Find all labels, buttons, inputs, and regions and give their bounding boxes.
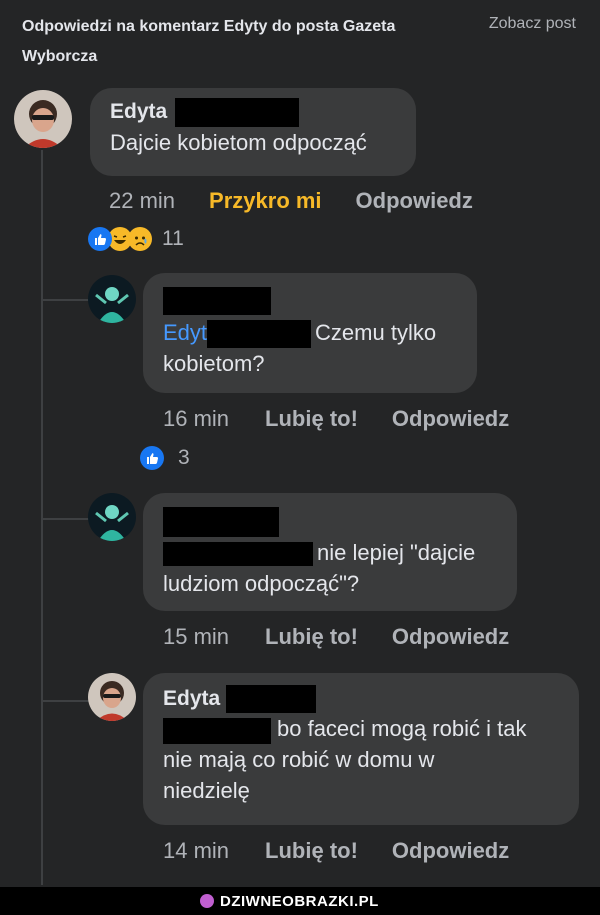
comment-time: 22 min [109,188,176,213]
redacted-name [163,287,271,315]
redacted-name [163,542,313,567]
comment-bubble[interactable]: Edyta bo faceci mogą robić i tak nie maj… [143,673,579,825]
author-name[interactable]: Edyta [110,100,167,123]
comment-time: 15 min [163,624,230,649]
comment-text-line: nie lepiej "dajcie [317,540,476,565]
redacted-name [163,717,271,744]
like-button[interactable]: Lubię to! [265,836,358,866]
comment-author[interactable] [163,287,457,317]
comment-meta: 22 min Przykro mi Odpowiedz [109,186,473,216]
avatar-photo-icon [14,90,72,148]
comment-meta: 15 min Lubię to! Odpowiedz [163,622,509,652]
mention-link[interactable]: Edyt [163,320,207,345]
comment-bubble[interactable]: Edyt Czemu tylko kobietom? [143,273,477,393]
like-button[interactable]: Lubię to! [265,622,358,652]
thread-header: Odpowiedzi na komentarz Edyty do posta G… [0,0,600,80]
comment-author[interactable]: Edyta [110,98,396,127]
avatar[interactable] [14,90,72,148]
watermark-logo-icon [200,894,214,908]
redacted-name [207,320,312,349]
reply-button[interactable]: Odpowiedz [392,836,509,866]
comment-text-line: Czemu tylko [315,320,437,345]
avatar[interactable] [88,275,136,323]
reaction-summary[interactable]: 3 [140,446,190,470]
avatar-photo-icon [88,493,136,541]
like-button[interactable]: Lubię to! [265,404,358,434]
comment-text: nie lepiej "dajcie ludziom odpocząć"? [163,537,497,599]
thread-branch [41,518,91,520]
like-icon [88,227,112,251]
comment-text: bo faceci mogą robić i tak nie mają co r… [163,713,559,806]
watermark: DZIWNEOBRAZKI.PL [200,890,379,912]
thread-branch [41,299,91,301]
page-title: Odpowiedzi na komentarz Edyty do posta G… [22,18,396,65]
comment-meta: 14 min Lubię to! Odpowiedz [163,836,509,866]
comment-text-line: bo faceci mogą robić i tak [277,716,527,742]
reaction-button[interactable]: Przykro mi [209,186,322,216]
comment-time: 16 min [163,406,230,431]
reaction-count: 11 [162,227,184,250]
comment-author[interactable] [163,507,497,537]
reply-button[interactable]: Odpowiedz [392,622,509,652]
avatar[interactable] [88,673,136,721]
reaction-summary[interactable]: 11 [88,227,184,251]
redacted-name [163,507,279,537]
comment-text: Edyt Czemu tylko kobietom? [163,317,457,379]
redacted-name [226,685,317,714]
comment-text-line: ludziom odpocząć"? [163,571,360,596]
comment-text-line: niedzielę [163,778,250,804]
view-post-link[interactable]: Zobacz post [489,12,576,36]
avatar-photo-icon [88,275,136,323]
avatar[interactable] [88,493,136,541]
avatar-photo-icon [88,673,136,721]
reaction-count: 3 [178,446,190,469]
comment-text: Dajcie kobietom odpocząć [110,130,367,155]
watermark-text: DZIWNEOBRAZKI.PL [220,892,379,910]
like-icon [140,446,164,470]
comment-text-line: nie mają co robić w domu w [163,747,435,773]
reply-button[interactable]: Odpowiedz [392,404,509,434]
comment-bubble[interactable]: Edyta Dajcie kobietom odpocząć [90,88,416,176]
thread-branch [41,700,91,702]
author-name[interactable]: Edyta [163,687,220,710]
comment-text-line: kobietom? [163,351,265,377]
redacted-name [175,98,300,127]
comment-author[interactable]: Edyta [163,685,559,714]
comment-time: 14 min [163,838,230,863]
reply-button[interactable]: Odpowiedz [356,186,473,216]
comment-bubble[interactable]: nie lepiej "dajcie ludziom odpocząć"? [143,493,517,611]
comment-meta: 16 min Lubię to! Odpowiedz [163,404,509,434]
